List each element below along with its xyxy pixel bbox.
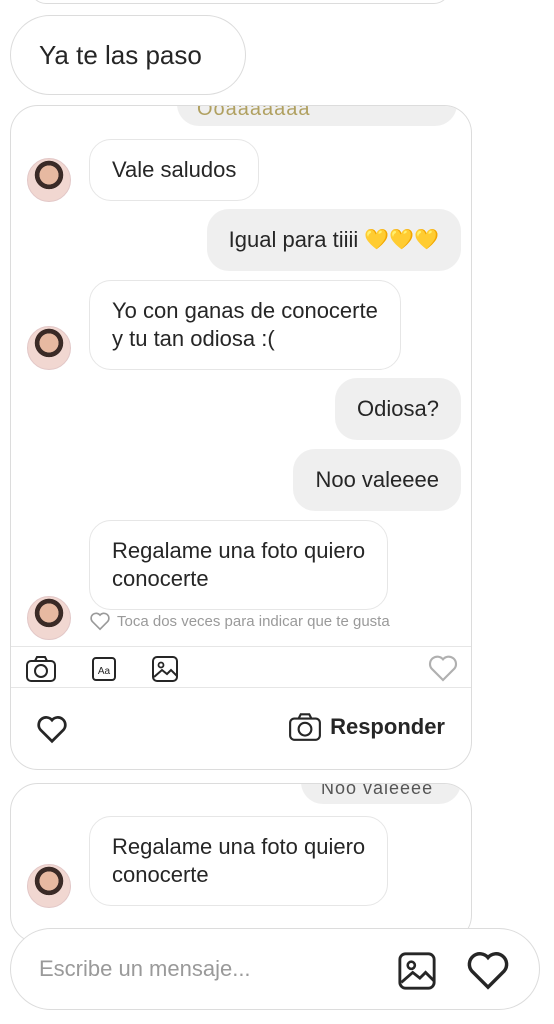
incoming-message-bubble[interactable]: Ya te las paso [10, 15, 246, 95]
message-text: Ya te las paso [39, 40, 202, 70]
message-text-line: Regalame una foto quiero [112, 834, 366, 859]
heart-icon[interactable] [427, 653, 459, 683]
message-text: Vale saludos [112, 157, 237, 182]
avatar[interactable] [27, 864, 71, 908]
message-text-line: Yo con ganas de conocerte [112, 298, 378, 323]
shared-story-card[interactable]: Ooaaaaaaa Vale saludos Igual para tiiii … [10, 105, 472, 770]
message-text-line: y tu tan odiosa :( [112, 326, 275, 351]
previous-message-edge [30, 0, 450, 4]
like-hint: Toca dos veces para indicar que te gusta [89, 611, 390, 631]
avatar[interactable] [27, 326, 71, 370]
message-text: Noo valeeee [315, 467, 439, 492]
like-hint-text: Toca dos veces para indicar que te gusta [117, 612, 390, 630]
avatar[interactable] [27, 158, 71, 202]
heart-outline-icon [90, 612, 110, 631]
cut-off-bubble: Noo valeeee [301, 784, 461, 804]
message-text-line: Regalame una foto quiero [112, 538, 366, 563]
image-icon[interactable] [397, 951, 437, 991]
shared-story-card[interactable]: Noo valeeee Regalame una foto quiero con… [10, 783, 472, 943]
text-mode-icon[interactable]: Aa [91, 655, 117, 683]
message-text: Odiosa? [357, 396, 439, 421]
gallery-icon[interactable] [151, 655, 179, 683]
incoming-message-bubble[interactable]: Vale saludos [89, 139, 260, 201]
heart-icon[interactable] [465, 949, 511, 991]
message-text-line: conocerte [112, 862, 209, 887]
yellow-heart-emoji: 💛💛💛 [364, 229, 439, 251]
outgoing-message-bubble[interactable]: Odiosa? [335, 378, 461, 440]
incoming-message-bubble[interactable]: Yo con ganas de conocerte y tu tan odios… [89, 280, 401, 370]
reply-button[interactable]: Responder [288, 712, 445, 742]
message-composer [10, 928, 540, 1010]
outgoing-message-bubble[interactable]: Noo valeeee [293, 449, 461, 511]
message-input[interactable] [39, 951, 369, 987]
avatar[interactable] [27, 596, 71, 640]
message-text: Igual para tiiii [228, 227, 359, 252]
incoming-message-bubble[interactable]: Regalame una foto quiero conocerte [89, 816, 389, 906]
camera-icon[interactable] [25, 655, 57, 683]
reply-label: Responder [330, 714, 445, 739]
message-text-line: conocerte [112, 566, 209, 591]
story-reply-bar: Responder [11, 688, 471, 768]
svg-text:Aa: Aa [98, 666, 111, 677]
heart-icon[interactable] [35, 714, 69, 744]
outgoing-message-bubble[interactable]: Igual para tiiii 💛💛💛 [206, 209, 461, 271]
cut-off-bubble: Ooaaaaaaa [177, 106, 457, 126]
story-toolbar: Aa [11, 646, 471, 688]
incoming-message-bubble[interactable]: Regalame una foto quiero conocerte [89, 520, 389, 610]
camera-icon [289, 713, 322, 741]
